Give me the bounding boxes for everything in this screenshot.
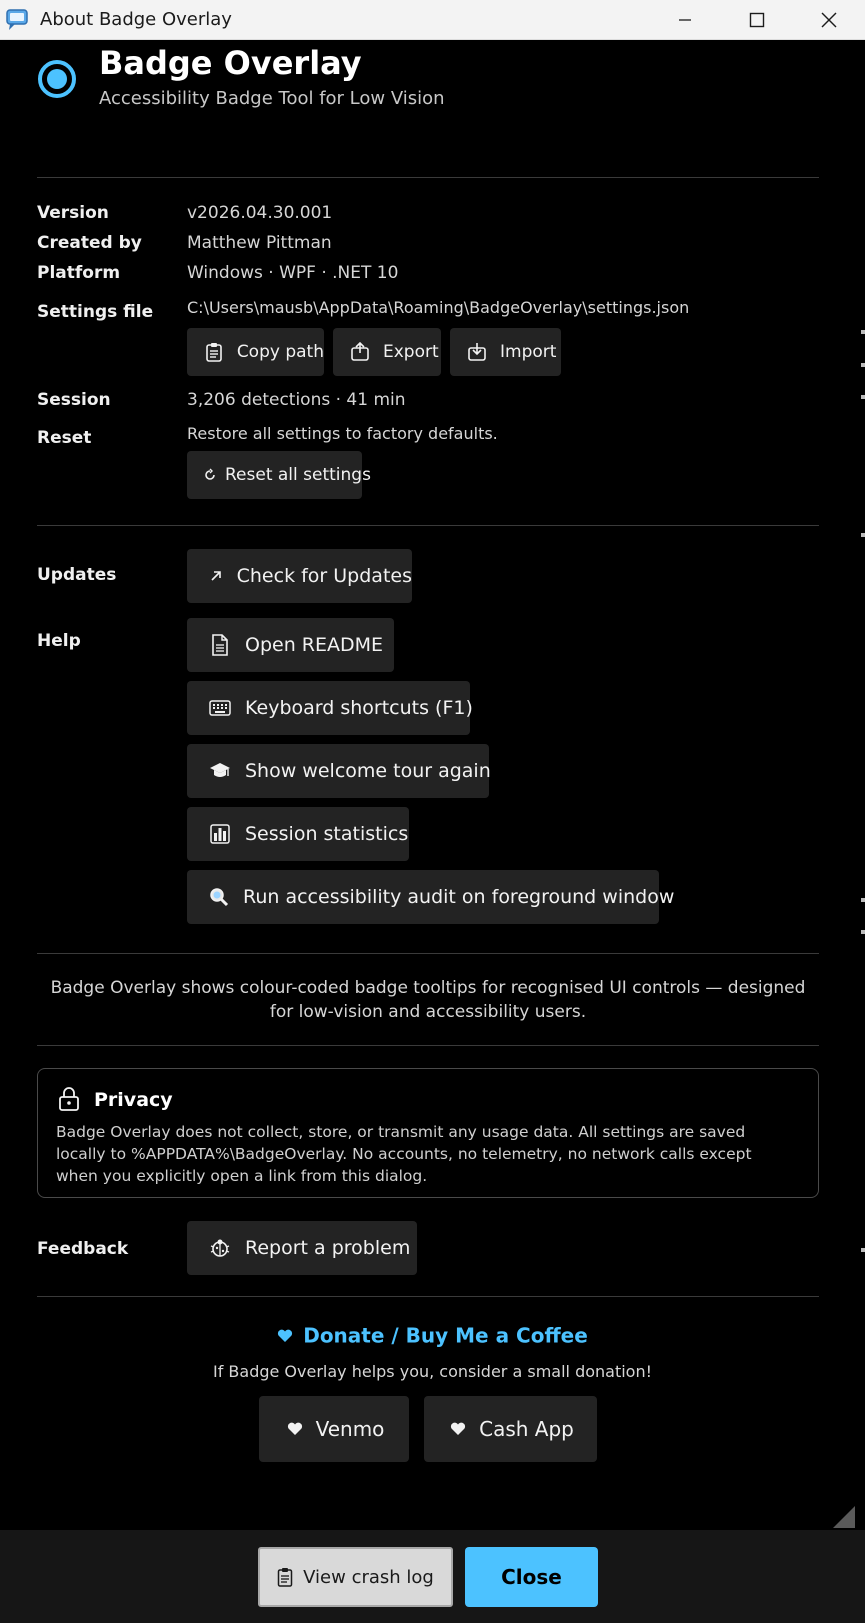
cash-app-label: Cash App xyxy=(479,1417,574,1441)
reset-all-settings-label: Reset all settings xyxy=(225,465,371,485)
bar-chart-icon xyxy=(209,823,231,845)
window-title: About Badge Overlay xyxy=(40,9,232,30)
divider xyxy=(37,1045,819,1046)
magnifier-icon xyxy=(209,886,229,908)
app-subtitle: Accessibility Badge Tool for Low Vision xyxy=(99,88,445,109)
divider xyxy=(37,525,819,526)
welcome-tour-label: Show welcome tour again xyxy=(245,760,491,782)
minimize-icon xyxy=(679,19,691,21)
document-icon xyxy=(209,634,231,656)
resize-grip-icon[interactable] xyxy=(833,1506,855,1528)
updates-label: Updates xyxy=(37,565,117,585)
export-label: Export xyxy=(383,342,439,362)
privacy-body: Badge Overlay does not collect, store, o… xyxy=(56,1123,752,1185)
clipboard-icon xyxy=(203,341,225,363)
external-link-icon xyxy=(205,565,227,587)
padlock-icon xyxy=(58,1087,80,1116)
maximize-button[interactable] xyxy=(721,0,793,40)
platform-value: Windows · WPF · .NET 10 xyxy=(187,263,399,283)
settings-file-label: Settings file xyxy=(37,302,154,322)
open-readme-button[interactable]: Open README xyxy=(187,618,394,672)
heart-icon xyxy=(447,1418,469,1440)
minimize-button[interactable] xyxy=(649,0,721,40)
keyboard-shortcuts-button[interactable]: Keyboard shortcuts (F1) xyxy=(187,681,473,735)
import-icon xyxy=(466,341,488,363)
edge-marker xyxy=(861,330,865,334)
help-label: Help xyxy=(37,631,81,651)
edge-marker xyxy=(861,363,865,367)
check-for-updates-button[interactable]: Check for Updates xyxy=(187,549,412,603)
reset-label: Reset xyxy=(37,428,92,448)
platform-label: Platform xyxy=(37,263,121,283)
open-readme-label: Open README xyxy=(245,634,384,656)
run-accessibility-audit-label: Run accessibility audit on foreground wi… xyxy=(243,886,675,908)
version-value: v2026.04.30.001 xyxy=(187,203,333,223)
check-for-updates-label: Check for Updates xyxy=(236,565,412,587)
venmo-label: Venmo xyxy=(315,1417,385,1441)
cash-app-button[interactable]: Cash App xyxy=(424,1396,597,1462)
report-problem-button[interactable]: Report a problem xyxy=(187,1221,417,1275)
copy-path-label: Copy path xyxy=(236,342,324,362)
graduation-cap-icon xyxy=(209,760,231,782)
session-label: Session xyxy=(37,390,111,410)
reset-description: Restore all settings to factory defaults… xyxy=(187,424,498,443)
maximize-icon xyxy=(749,12,765,28)
privacy-title: Privacy xyxy=(94,1089,173,1111)
edge-marker xyxy=(861,930,865,934)
clipboard-icon xyxy=(277,1567,293,1587)
close-window-button[interactable] xyxy=(793,0,865,40)
divider xyxy=(37,1296,819,1297)
reset-all-settings-button[interactable]: Reset all settings xyxy=(187,451,371,499)
keyboard-shortcuts-label: Keyboard shortcuts (F1) xyxy=(245,697,473,719)
edge-marker xyxy=(861,1248,865,1252)
donate-title: Donate / Buy Me a Coffee xyxy=(303,1323,588,1348)
keyboard-icon xyxy=(209,697,231,719)
close-icon xyxy=(821,12,837,28)
app-icon xyxy=(6,8,30,31)
heart-icon xyxy=(284,1418,306,1440)
edge-marker xyxy=(861,395,865,399)
session-statistics-button[interactable]: Session statistics xyxy=(187,807,409,861)
app-logo-icon xyxy=(38,60,76,98)
privacy-panel: Privacy Badge Overlay does not collect, … xyxy=(37,1068,819,1198)
export-icon xyxy=(349,341,371,363)
bug-icon xyxy=(209,1237,231,1259)
export-button[interactable]: Export xyxy=(333,328,441,376)
venmo-button[interactable]: Venmo xyxy=(259,1396,409,1462)
close-button[interactable]: Close xyxy=(465,1547,598,1607)
view-crash-log-button[interactable]: View crash log xyxy=(258,1547,453,1607)
app-title: Badge Overlay xyxy=(99,44,362,82)
session-value: 3,206 detections · 41 min xyxy=(187,390,406,410)
welcome-tour-button[interactable]: Show welcome tour again xyxy=(187,744,491,798)
edge-marker xyxy=(861,898,865,902)
created-by-value: Matthew Pittman xyxy=(187,233,332,253)
version-label: Version xyxy=(37,203,109,223)
settings-file-path: C:\Users\mausb\AppData\Roaming\BadgeOver… xyxy=(187,298,690,317)
edge-marker xyxy=(861,533,865,537)
import-button[interactable]: Import xyxy=(450,328,561,376)
heart-icon xyxy=(277,1324,293,1348)
session-statistics-label: Session statistics xyxy=(245,823,409,845)
report-problem-label: Report a problem xyxy=(245,1237,411,1259)
run-accessibility-audit-button[interactable]: Run accessibility audit on foreground wi… xyxy=(187,870,674,924)
donate-subtitle: If Badge Overlay helps you, consider a s… xyxy=(212,1362,653,1381)
title-bar: About Badge Overlay xyxy=(0,0,865,40)
created-by-label: Created by xyxy=(37,233,142,253)
import-label: Import xyxy=(500,342,557,362)
feedback-label: Feedback xyxy=(37,1239,129,1259)
divider xyxy=(37,177,819,178)
donate-heading[interactable]: Donate / Buy Me a Coffee xyxy=(0,1322,865,1348)
reset-icon xyxy=(203,464,217,486)
copy-path-button[interactable]: Copy path xyxy=(187,328,324,376)
app-description: Badge Overlay shows colour-coded badge t… xyxy=(50,978,806,1022)
divider xyxy=(37,953,819,954)
view-crash-log-label: View crash log xyxy=(303,1566,434,1588)
